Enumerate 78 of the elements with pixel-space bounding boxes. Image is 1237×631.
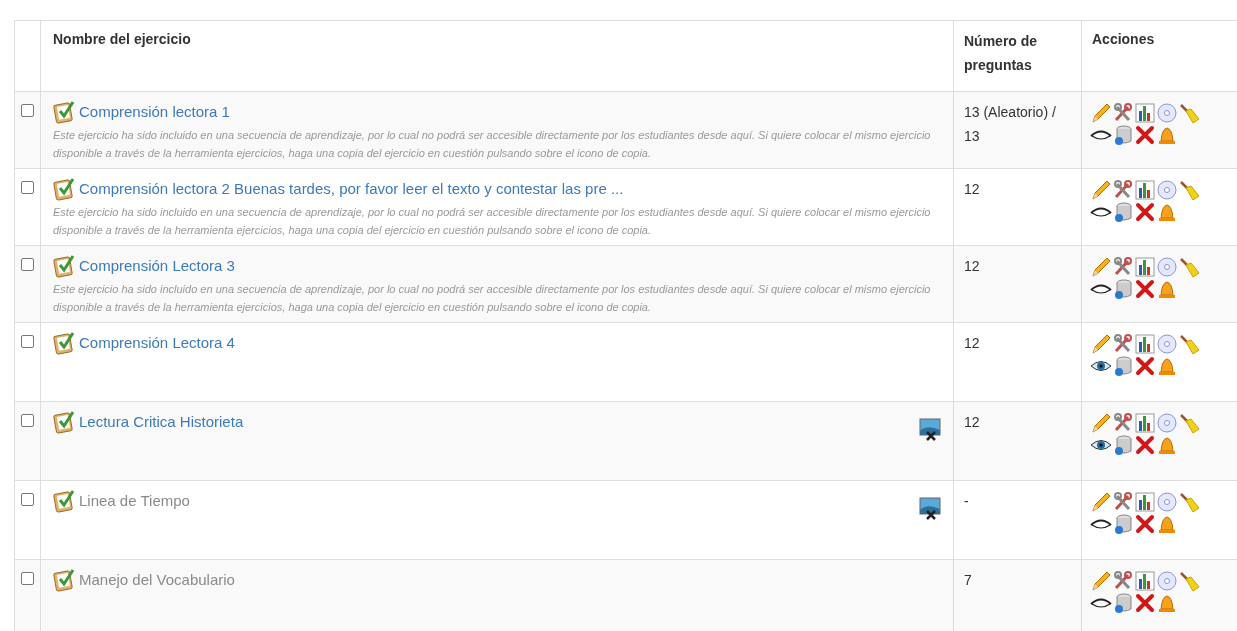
row-checkbox[interactable] xyxy=(21,335,34,348)
exercise-note: Este ejercicio ha sido incluido en una secuencia de aprendizaje, por lo cual no podrá ser accesible directamente por los estudiantes desde aquí. Si quiere colocar el mismo ejercicio disponible a través de la herramienta ejercicios, haga una copia del ejercicio en cuestión pulsando sobre el icono de copia. xyxy=(53,128,932,161)
exercise-note: Este ejercicio ha sido incluido en una secuencia de aprendizaje, por lo cual no podrá ser accesible directamente por los estudiantes desde aquí. Si quiere colocar el mismo ejercicio disponible a través de la herramienta ejercicios, haga una copia del ejercicio en cuestión pulsando sobre el icono de copia. xyxy=(53,282,932,315)
bar-chart-icon[interactable] xyxy=(1134,179,1156,201)
tools-icon[interactable] xyxy=(1112,491,1134,513)
broom-icon[interactable] xyxy=(1178,412,1200,434)
broom-icon[interactable] xyxy=(1178,333,1200,355)
pencil-icon[interactable] xyxy=(1090,412,1112,434)
pencil-icon[interactable] xyxy=(1090,102,1112,124)
exercise-link[interactable]: Comprensión Lectora 4 xyxy=(79,331,235,355)
bar-chart-icon[interactable] xyxy=(1134,412,1156,434)
pencil-icon[interactable] xyxy=(1090,333,1112,355)
question-count: 7 xyxy=(964,572,972,588)
tools-icon[interactable] xyxy=(1112,333,1134,355)
database-icon[interactable] xyxy=(1112,278,1134,300)
row-checkbox[interactable] xyxy=(21,104,34,117)
tools-icon[interactable] xyxy=(1112,179,1134,201)
pencil-icon[interactable] xyxy=(1090,570,1112,592)
database-icon[interactable] xyxy=(1112,124,1134,146)
pencil-icon[interactable] xyxy=(1090,179,1112,201)
exercise-icon xyxy=(53,100,75,124)
delete-icon[interactable] xyxy=(1134,434,1156,456)
row-checkbox[interactable] xyxy=(21,258,34,271)
exercise-note: Este ejercicio ha sido incluido en una secuencia de aprendizaje, por lo cual no podrá ser accesible directamente por los estudiantes desde aquí. Si quiere colocar el mismo ejercicio disponible a través de la herramienta ejercicios, haga una copia del ejercicio en cuestión pulsando sobre el icono de copia. xyxy=(53,205,932,238)
exercise-icon xyxy=(53,254,75,278)
broom-icon[interactable] xyxy=(1178,570,1200,592)
exercise-icon xyxy=(53,177,75,201)
database-icon[interactable] xyxy=(1112,513,1134,535)
database-icon[interactable] xyxy=(1112,355,1134,377)
broom-icon[interactable] xyxy=(1178,256,1200,278)
bar-chart-icon[interactable] xyxy=(1134,491,1156,513)
broom-icon[interactable] xyxy=(1178,179,1200,201)
broom-icon[interactable] xyxy=(1178,102,1200,124)
bar-chart-icon[interactable] xyxy=(1134,570,1156,592)
delete-icon[interactable] xyxy=(1134,278,1156,300)
picture-attachment-icon[interactable] xyxy=(919,418,941,442)
question-count: 12 xyxy=(964,335,980,351)
row-checkbox[interactable] xyxy=(21,414,34,427)
tools-icon[interactable] xyxy=(1112,570,1134,592)
column-header: Número de preguntas xyxy=(964,33,1038,73)
question-count: 12 xyxy=(964,181,980,197)
exercise-link[interactable]: Lectura Critica Historieta xyxy=(79,410,244,434)
tools-icon[interactable] xyxy=(1112,412,1134,434)
bar-chart-icon[interactable] xyxy=(1134,256,1156,278)
delete-icon[interactable] xyxy=(1134,124,1156,146)
bar-chart-icon[interactable] xyxy=(1134,333,1156,355)
question-count: 12 xyxy=(964,258,980,274)
exercise-icon xyxy=(53,331,75,355)
column-header: Nombre del ejercicio xyxy=(53,31,191,47)
broom-icon[interactable] xyxy=(1178,491,1200,513)
delete-icon[interactable] xyxy=(1134,513,1156,535)
database-icon[interactable] xyxy=(1112,592,1134,614)
exercise-icon xyxy=(53,489,75,513)
delete-icon[interactable] xyxy=(1134,355,1156,377)
delete-icon[interactable] xyxy=(1134,201,1156,223)
pencil-icon[interactable] xyxy=(1090,491,1112,513)
tools-icon[interactable] xyxy=(1112,256,1134,278)
exercise-link[interactable]: Linea de Tiempo xyxy=(79,489,190,513)
question-count: 13 (Aleatorio) / 13 xyxy=(964,104,1056,144)
row-checkbox[interactable] xyxy=(21,572,34,585)
row-checkbox[interactable] xyxy=(21,181,34,194)
row-checkbox[interactable] xyxy=(21,493,34,506)
column-header: Acciones xyxy=(1092,31,1155,47)
exercise-link[interactable]: Comprensión lectora 1 xyxy=(79,100,230,124)
exercise-link[interactable]: Comprensión lectora 2 Buenas tardes, por favor leer el texto y contestar las pre ... xyxy=(79,177,624,201)
tools-icon[interactable] xyxy=(1112,102,1134,124)
question-count: 12 xyxy=(964,414,980,430)
delete-icon[interactable] xyxy=(1134,592,1156,614)
exercise-icon xyxy=(53,410,75,434)
exercise-link[interactable]: Manejo del Vocabulario xyxy=(79,568,235,592)
question-count: - xyxy=(964,493,969,509)
exercise-icon xyxy=(53,568,75,592)
picture-attachment-icon[interactable] xyxy=(919,497,941,521)
bar-chart-icon[interactable] xyxy=(1134,102,1156,124)
database-icon[interactable] xyxy=(1112,201,1134,223)
pencil-icon[interactable] xyxy=(1090,256,1112,278)
exercise-link[interactable]: Comprensión Lectora 3 xyxy=(79,254,235,278)
database-icon[interactable] xyxy=(1112,434,1134,456)
